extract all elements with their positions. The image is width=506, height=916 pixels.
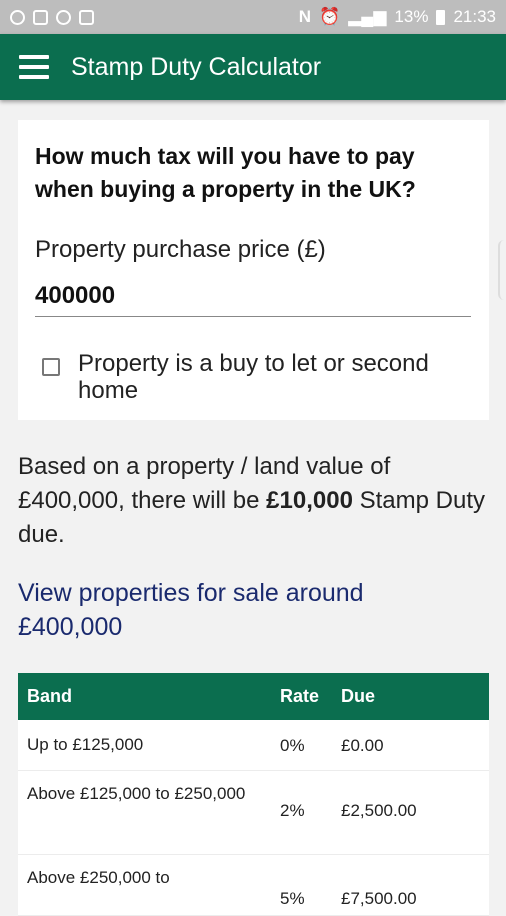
buy-to-let-label[interactable]: Property is a buy to let or second home — [78, 350, 478, 404]
header-band: Band — [27, 686, 72, 706]
table-row: Up to £125,000 0% £0.00 — [18, 720, 489, 771]
header-due: Due — [341, 686, 376, 706]
header-rate: Rate — [280, 686, 320, 706]
price-input[interactable] — [35, 276, 471, 317]
due-cell: £2,500.00 — [341, 801, 417, 820]
sync-icon — [56, 9, 71, 25]
scroll-edge-indicator — [498, 240, 506, 300]
clock: 21:33 — [453, 7, 496, 26]
band-cell: Above £250,000 to — [27, 868, 170, 887]
battery-icon — [436, 9, 446, 25]
table-row: Above £125,000 to £250,000 2% £2,500.00 — [18, 771, 489, 855]
notification-count-icon — [10, 9, 25, 25]
signal-icon: ▂▄▆ — [348, 7, 387, 26]
due-cell: £0.00 — [341, 736, 384, 755]
app-title: Stamp Duty Calculator — [71, 52, 322, 81]
rate-cell: 5% — [280, 889, 305, 908]
battery-percent: 13% — [394, 7, 429, 26]
result-text: Based on a property / land value of £400… — [18, 450, 488, 552]
tax-band-table: Band Rate Due Up to £125,000 0% £0.00 Ab… — [18, 673, 489, 916]
status-bar: N ⏰ ▂▄▆ 13% 21:33 — [0, 0, 506, 34]
rate-cell: 0% — [280, 736, 305, 755]
question-heading: How much tax will you have to pay when b… — [35, 143, 416, 202]
buy-to-let-checkbox[interactable] — [42, 358, 60, 376]
app-bar: Stamp Duty Calculator — [0, 34, 506, 100]
table-header: Band Rate Due — [18, 673, 489, 720]
alarm-icon: ⏰ — [319, 7, 341, 26]
table-row: Above £250,000 to 5% £7,500.00 — [18, 855, 489, 916]
nfc-icon: N — [298, 7, 312, 26]
band-cell: Above £125,000 to £250,000 — [27, 784, 246, 803]
price-label: Property purchase price (£) — [35, 236, 326, 263]
band-cell: Up to £125,000 — [27, 735, 144, 754]
hamburger-menu-icon[interactable] — [19, 55, 49, 79]
rate-cell: 2% — [280, 801, 305, 820]
result-amount: £10,000 — [266, 487, 353, 514]
app-notification-icon — [79, 9, 94, 25]
view-properties-link[interactable]: View properties for sale around £400,000 — [18, 576, 458, 644]
gallery-icon — [33, 9, 48, 25]
due-cell: £7,500.00 — [341, 889, 417, 908]
calculator-card: How much tax will you have to pay when b… — [18, 120, 489, 420]
